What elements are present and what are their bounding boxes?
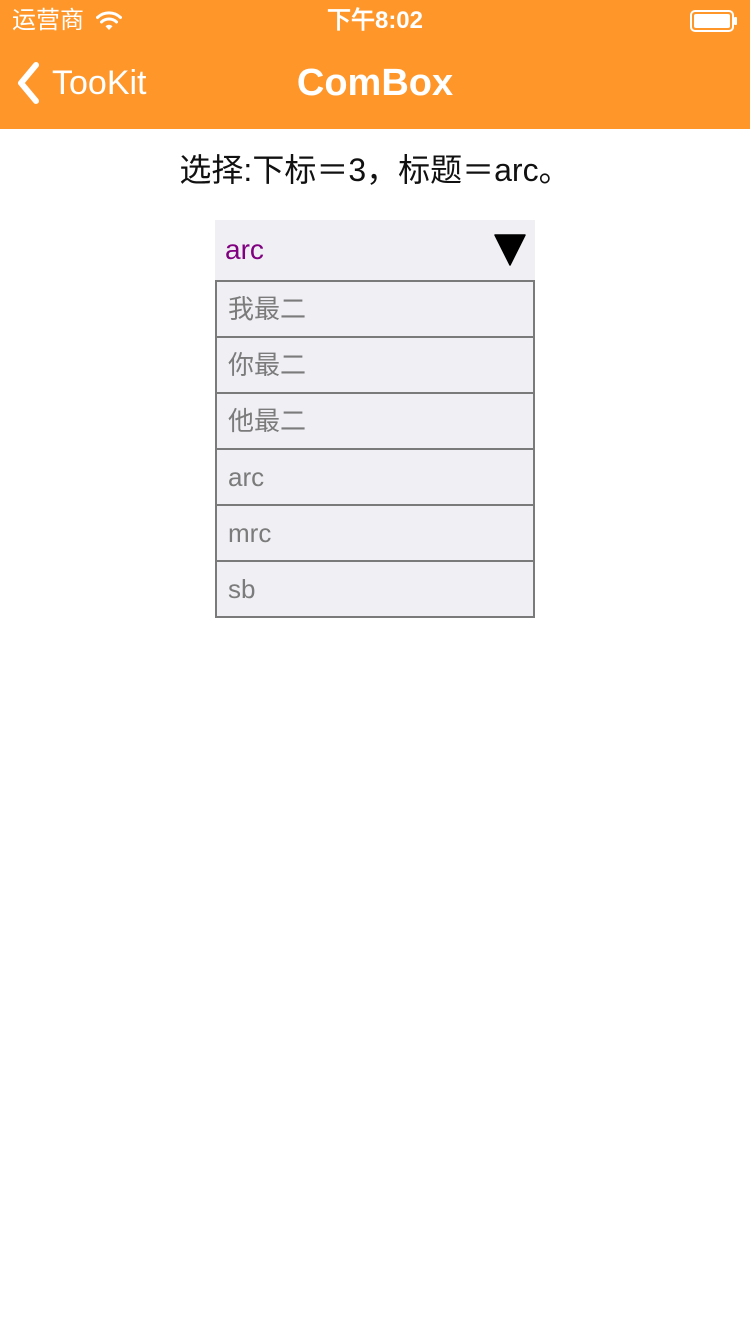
battery-icon [690,10,737,32]
header: 运营商 下午8:02 TooKit ComBox [0,0,750,129]
selection-info: 选择:下标＝3，标题＝arc。 [179,152,571,188]
combo-option[interactable]: 你最二 [217,336,533,392]
combo-option[interactable]: 他最二 [217,392,533,448]
status-bar: 运营商 下午8:02 [0,0,750,40]
combo-option[interactable]: sb [217,560,533,616]
status-time: 下午8:02 [326,7,424,34]
combo-box[interactable]: arc 我最二 你最二 他最二 arc mrc sb [215,220,535,618]
page-title: ComBox [296,62,454,104]
combo-options-list: 我最二 你最二 他最二 arc mrc sb [215,280,535,618]
combo-field[interactable]: arc [215,220,535,280]
combo-option[interactable]: mrc [217,504,533,560]
navigation-bar: TooKit ComBox [0,40,750,129]
combo-selected-value: arc [225,234,264,265]
combo-option[interactable]: arc [217,448,533,504]
dropdown-arrow-icon[interactable] [494,234,526,266]
combo-option[interactable]: 我最二 [217,280,533,336]
